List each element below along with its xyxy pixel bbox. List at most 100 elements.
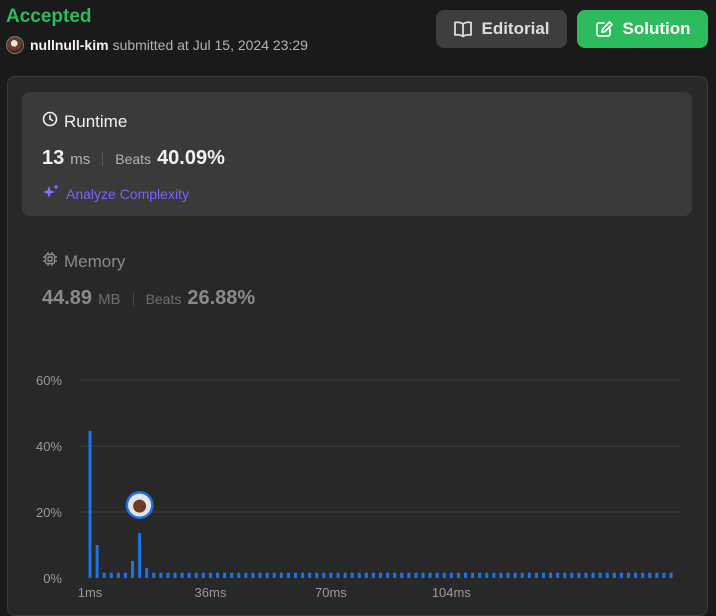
y-tick-label: 20% [36, 505, 62, 520]
chart-bar [265, 572, 269, 578]
chart-bar [598, 572, 602, 578]
runtime-title: Runtime [64, 111, 128, 131]
chart-bar [138, 533, 142, 578]
runtime-distribution-chart[interactable]: 0% 20% 40% 60% 1ms 36ms 70ms 104ms [0, 360, 716, 600]
solution-button[interactable]: Solution [577, 10, 708, 48]
chart-bar [570, 572, 574, 578]
sparkle-icon [42, 183, 60, 204]
chart-bar [230, 572, 234, 578]
x-tick-label: 70ms [315, 585, 347, 600]
chart-bar [407, 572, 411, 578]
chart-bar [357, 572, 361, 578]
chart-bar [145, 568, 149, 578]
runtime-metric: 13 ms Beats 40.09% [42, 147, 225, 170]
chart-bar [648, 572, 652, 578]
chart-bar [478, 572, 482, 578]
runtime-beats-label: Beats [115, 151, 152, 167]
chart-bar [591, 572, 595, 578]
avatar-figure [133, 499, 147, 513]
x-tick-label: 1ms [78, 585, 103, 600]
chart-bar [159, 572, 163, 578]
chart-bar [194, 572, 198, 578]
chart-bar [301, 572, 305, 578]
chart-bar [485, 572, 489, 578]
runtime-unit: ms [70, 151, 91, 168]
chart-bar [244, 572, 248, 578]
y-tick-label: 0% [43, 571, 62, 586]
memory-title: Memory [64, 251, 126, 271]
analyze-complexity-label: Analyze Complexity [66, 185, 189, 202]
username-link[interactable]: nullnull-kim [30, 37, 109, 53]
chart-bar [371, 572, 375, 578]
chart-bar [286, 572, 290, 578]
chart-bar [131, 560, 135, 578]
chart-bar [216, 572, 220, 578]
chart-bar [541, 572, 545, 578]
x-tick-label: 36ms [195, 585, 227, 600]
chart-bar [669, 572, 673, 578]
book-icon [453, 20, 473, 38]
chart-bar [187, 572, 191, 578]
edit-icon [595, 20, 615, 38]
chart-bar [641, 572, 645, 578]
chart-bar [166, 572, 170, 578]
runtime-value: 13 [42, 147, 65, 169]
divider [132, 291, 134, 306]
chart-bar [223, 572, 227, 578]
chart-bar [393, 572, 397, 578]
chart-bar [471, 572, 475, 578]
chart-bar [386, 572, 390, 578]
memory-metric: 44.89 MB Beats 26.88% [42, 287, 255, 310]
chart-bar [584, 572, 588, 578]
chart-bar [492, 572, 496, 578]
chart-bar [379, 572, 382, 578]
chart-bar [258, 572, 262, 578]
clock-icon [42, 111, 58, 132]
chart-bar [329, 572, 333, 578]
chart-bar [109, 572, 113, 578]
editorial-button[interactable]: Editorial [436, 10, 567, 48]
chart-bar [605, 572, 609, 578]
chart-bar [520, 572, 524, 578]
chart-bar [435, 572, 439, 578]
editorial-label: Editorial [481, 19, 550, 38]
chart-bar [428, 572, 432, 578]
x-tick-label: 104ms [432, 585, 472, 600]
memory-beats-value: 26.88% [187, 287, 256, 309]
chart-bar [201, 572, 205, 578]
chart-bar [364, 572, 368, 578]
y-tick-label: 60% [36, 373, 62, 388]
chart-bar [279, 572, 283, 578]
solution-label: Solution [622, 19, 691, 38]
submission-status: Accepted [6, 6, 92, 27]
chart-bar [400, 572, 404, 578]
chart-bar [237, 572, 241, 578]
chart-bar [499, 572, 503, 578]
memory-beats-label: Beats [145, 291, 182, 307]
chart-bar [272, 572, 276, 578]
chart-bar [619, 572, 623, 578]
chart-bar [152, 572, 156, 578]
chart-bar [173, 572, 177, 578]
chart-bar [456, 572, 460, 578]
chart-bar [315, 572, 319, 578]
avatar[interactable] [6, 36, 24, 54]
runtime-header: Runtime [42, 111, 127, 132]
chart-bar [506, 572, 510, 578]
chart-bar [442, 572, 446, 578]
submitted-time: submitted at Jul 15, 2024 23:29 [112, 37, 308, 53]
chart-bar [208, 572, 212, 578]
chart-bar [634, 572, 638, 578]
memory-header[interactable]: Memory [42, 251, 125, 272]
chart-bar [308, 572, 312, 578]
submission-meta: nullnull-kim submitted at Jul 15, 2024 2… [6, 36, 308, 54]
chart-bar [556, 572, 560, 578]
my-submission-avatar-marker[interactable] [125, 491, 154, 520]
memory-unit: MB [98, 291, 121, 308]
analyze-complexity-button[interactable]: Analyze Complexity [42, 183, 189, 204]
chart-bar [662, 572, 666, 578]
chart-bar [655, 572, 659, 578]
chart-bar [534, 572, 538, 578]
chart-bar [343, 572, 347, 578]
runtime-beats-value: 40.09% [157, 147, 225, 169]
